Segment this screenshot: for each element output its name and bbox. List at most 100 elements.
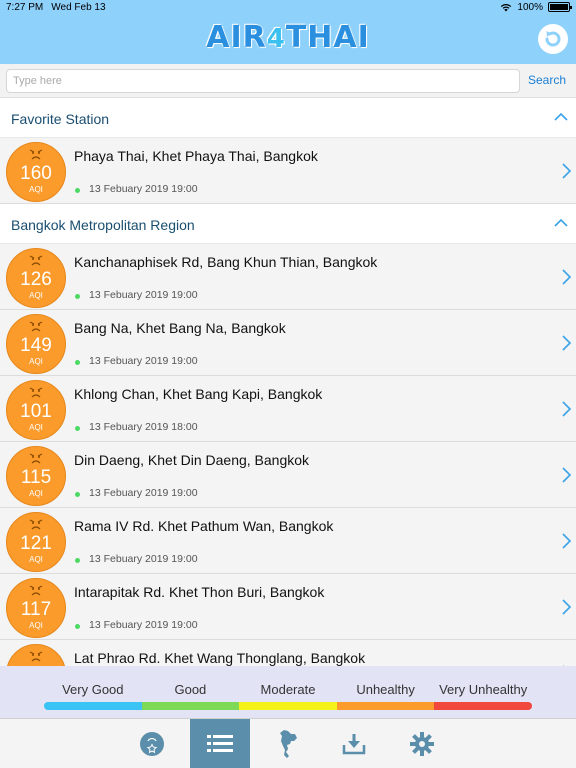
section-title: Bangkok Metropolitan Region	[11, 217, 195, 233]
thailand-map-icon	[280, 730, 297, 758]
section-title: Favorite Station	[11, 111, 110, 127]
station-row[interactable]: 126 AQI Kanchanaphisek Rd, Bang Khun Thian…	[0, 244, 576, 310]
app-header: AIR4THAI	[0, 14, 576, 64]
list-icon	[207, 735, 233, 752]
legend-color-bar	[44, 702, 532, 710]
legend-label: Unhealthy	[356, 682, 415, 697]
tab-map[interactable]	[258, 719, 318, 768]
chevron-right-icon[interactable]	[562, 163, 572, 184]
aqi-value: 126	[20, 269, 52, 290]
aqi-legend: Very Good Good Moderate Unhealthy Very Unhea…	[0, 666, 576, 718]
tab-list[interactable]	[190, 719, 250, 768]
aqi-badge	[6, 644, 66, 666]
aqi-badge: 149 AQI	[6, 314, 66, 374]
station-row[interactable]: Lat Phrao Rd. Khet Wang Thonglang, Bangk…	[0, 640, 576, 666]
status-time: 7:27 PM	[6, 1, 44, 13]
battery-percent: 100%	[517, 1, 543, 13]
chevron-up-icon[interactable]	[554, 108, 568, 126]
aqi-unit: AQI	[29, 291, 43, 300]
tab-settings[interactable]	[392, 719, 452, 768]
chevron-right-icon[interactable]	[562, 269, 572, 290]
logo-text-air: AIR	[206, 20, 267, 55]
aqi-unit: AQI	[29, 357, 43, 366]
station-name: Intarapitak Rd. Khet Thon Buri, Bangkok	[74, 584, 325, 600]
status-dot-icon	[75, 426, 80, 431]
aqi-badge: 101 AQI	[6, 380, 66, 440]
wifi-icon	[501, 3, 512, 11]
status-dot-icon	[75, 360, 80, 365]
logo-text-thai: THAI	[285, 20, 370, 55]
aqi-unit: AQI	[29, 621, 43, 630]
search-bar: Search	[0, 64, 576, 98]
aqi-value: 121	[20, 533, 52, 554]
chevron-right-icon[interactable]	[562, 599, 572, 620]
status-date: Wed Feb 13	[51, 1, 106, 13]
section-header[interactable]: Bangkok Metropolitan Region	[0, 204, 576, 244]
status-bar: 7:27 PM Wed Feb 13 100%	[0, 0, 576, 14]
aqi-unit: AQI	[29, 185, 43, 194]
search-input[interactable]	[6, 69, 520, 93]
legend-label: Moderate	[260, 682, 316, 697]
search-button[interactable]: Search	[528, 73, 566, 87]
station-time: 13 Febuary 2019 19:00	[89, 183, 198, 195]
station-time: 13 Febuary 2019 19:00	[89, 289, 198, 301]
legend-color-segment	[239, 702, 337, 710]
station-row[interactable]: 160 AQI Phaya Thai, Khet Phaya Thai, Bangk…	[0, 138, 576, 204]
refresh-button[interactable]	[538, 24, 568, 54]
station-list[interactable]: Favorite Station 160 AQI Phaya Thai, Khet P…	[0, 98, 576, 666]
aqi-unit: AQI	[29, 489, 43, 498]
legend-label: Very Unhealthy	[439, 682, 528, 697]
aqi-unit: AQI	[29, 555, 43, 564]
logo-text-four: 4	[266, 24, 286, 54]
aqi-badge: 126 AQI	[6, 248, 66, 308]
download-icon	[342, 734, 366, 755]
favorite-star-icon	[140, 732, 164, 756]
station-row[interactable]: 115 AQI Din Daeng, Khet Din Daeng, Bangkok…	[0, 442, 576, 508]
sad-face-icon	[28, 649, 44, 666]
chevron-right-icon[interactable]	[562, 533, 572, 554]
tab-download[interactable]	[324, 719, 384, 768]
chevron-right-icon[interactable]	[562, 335, 572, 356]
legend-label: Very Good	[62, 682, 124, 697]
legend-color-segment	[44, 702, 142, 710]
section-header[interactable]: Favorite Station	[0, 98, 576, 138]
station-row[interactable]: 149 AQI Bang Na, Khet Bang Na, Bangkok 13 F…	[0, 310, 576, 376]
tab-favorites[interactable]	[122, 719, 182, 768]
aqi-badge: 117 AQI	[6, 578, 66, 638]
aqi-value: 117	[20, 599, 52, 620]
station-name: Lat Phrao Rd. Khet Wang Thonglang, Bangk…	[74, 650, 366, 666]
station-name: Din Daeng, Khet Din Daeng, Bangkok	[74, 452, 310, 468]
aqi-badge: 160 AQI	[6, 142, 66, 202]
chevron-right-icon[interactable]	[562, 467, 572, 488]
chevron-right-icon[interactable]	[562, 401, 572, 422]
chevron-up-icon[interactable]	[554, 214, 568, 232]
status-dot-icon	[75, 558, 80, 563]
aqi-value: 160	[20, 163, 52, 184]
aqi-badge: 121 AQI	[6, 512, 66, 572]
status-dot-icon	[75, 294, 80, 299]
status-dot-icon	[75, 188, 80, 193]
legend-label: Good	[174, 682, 207, 697]
station-row[interactable]: 121 AQI Rama IV Rd. Khet Pathum Wan, Bangk…	[0, 508, 576, 574]
tab-bar	[0, 718, 576, 768]
legend-color-segment	[336, 702, 435, 710]
station-name: Khlong Chan, Khet Bang Kapi, Bangkok	[74, 386, 323, 402]
station-time: 13 Febuary 2019 19:00	[89, 487, 198, 499]
status-dot-icon	[75, 492, 80, 497]
station-name: Kanchanaphisek Rd, Bang Khun Thian, Bang…	[74, 254, 378, 270]
app-logo: AIR4THAI	[206, 20, 370, 55]
station-time: 13 Febuary 2019 19:00	[89, 619, 198, 631]
aqi-unit: AQI	[29, 423, 43, 432]
station-time: 13 Febuary 2019 18:00	[89, 421, 198, 433]
legend-color-segment	[141, 702, 240, 710]
station-name: Phaya Thai, Khet Phaya Thai, Bangkok	[74, 148, 318, 164]
legend-labels: Very Good Good Moderate Unhealthy Very Unhea…	[44, 682, 532, 698]
station-row[interactable]: 101 AQI Khlong Chan, Khet Bang Kapi, Bangk…	[0, 376, 576, 442]
gear-icon	[410, 732, 434, 756]
aqi-value: 101	[20, 401, 52, 422]
station-row[interactable]: 117 AQI Intarapitak Rd. Khet Thon Buri, Ba…	[0, 574, 576, 640]
aqi-badge: 115 AQI	[6, 446, 66, 506]
refresh-icon	[545, 31, 561, 47]
station-name: Rama IV Rd. Khet Pathum Wan, Bangkok	[74, 518, 334, 534]
status-dot-icon	[75, 624, 80, 629]
